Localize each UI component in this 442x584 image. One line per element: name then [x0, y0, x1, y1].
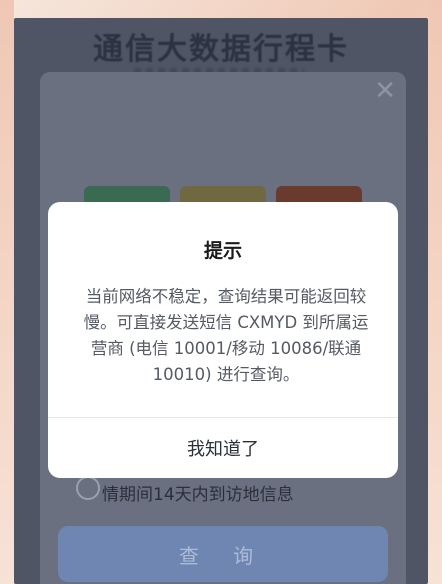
page-title: 通信大数据行程卡	[93, 32, 349, 67]
alert-dialog: 提示 当前网络不稳定，查询结果可能返回较慢。可直接发送短信 CXMYD 到所属运…	[48, 202, 398, 478]
query-button[interactable]: 查 询	[58, 526, 388, 582]
frame-edge-right	[428, 0, 442, 584]
consent-checkbox[interactable]	[76, 476, 100, 500]
frame-edge-left	[0, 0, 14, 584]
consent-text: 情期间14天内到访地信息	[102, 485, 294, 505]
dialog-confirm-button[interactable]: 我知道了	[48, 418, 398, 478]
dialog-message: 当前网络不稳定，查询结果可能返回较慢。可直接发送短信 CXMYD 到所属运营商 …	[83, 287, 369, 384]
close-icon[interactable]: ✕	[374, 78, 396, 104]
dialog-title: 提示	[203, 240, 242, 262]
